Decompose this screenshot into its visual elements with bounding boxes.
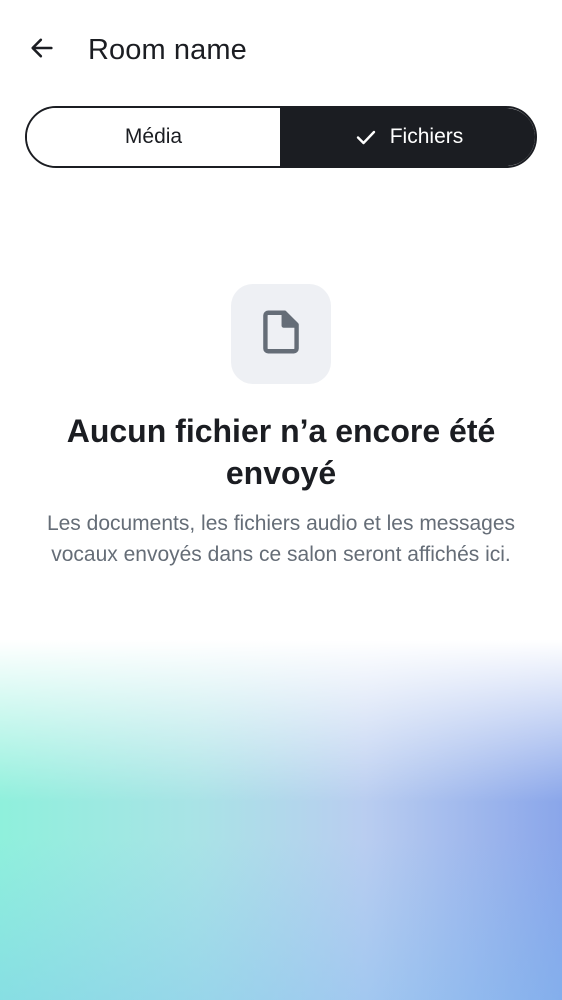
empty-state-description: Les documents, les fichiers audio et les…	[46, 512, 516, 566]
arrow-left-icon	[28, 34, 56, 67]
document-icon	[261, 310, 301, 359]
empty-state-title: Aucun fichier n’a encore été envoyé	[66, 413, 496, 491]
tab-files-label: Fichiers	[389, 125, 464, 148]
empty-state: Aucun fichier n’a encore été envoyé Les …	[0, 284, 562, 570]
check-icon	[354, 125, 378, 149]
top-app-bar: Room name	[0, 0, 562, 100]
empty-state-icon-tile	[231, 284, 331, 384]
tab-media-label: Média	[124, 125, 183, 148]
media-files-segmented-control: Média Fichiers	[25, 106, 537, 168]
tab-files[interactable]: Fichiers	[282, 108, 535, 166]
back-button[interactable]	[20, 28, 64, 72]
background-gradient	[0, 640, 562, 1000]
tab-media[interactable]: Média	[27, 108, 282, 166]
page-title: Room name	[88, 34, 247, 66]
